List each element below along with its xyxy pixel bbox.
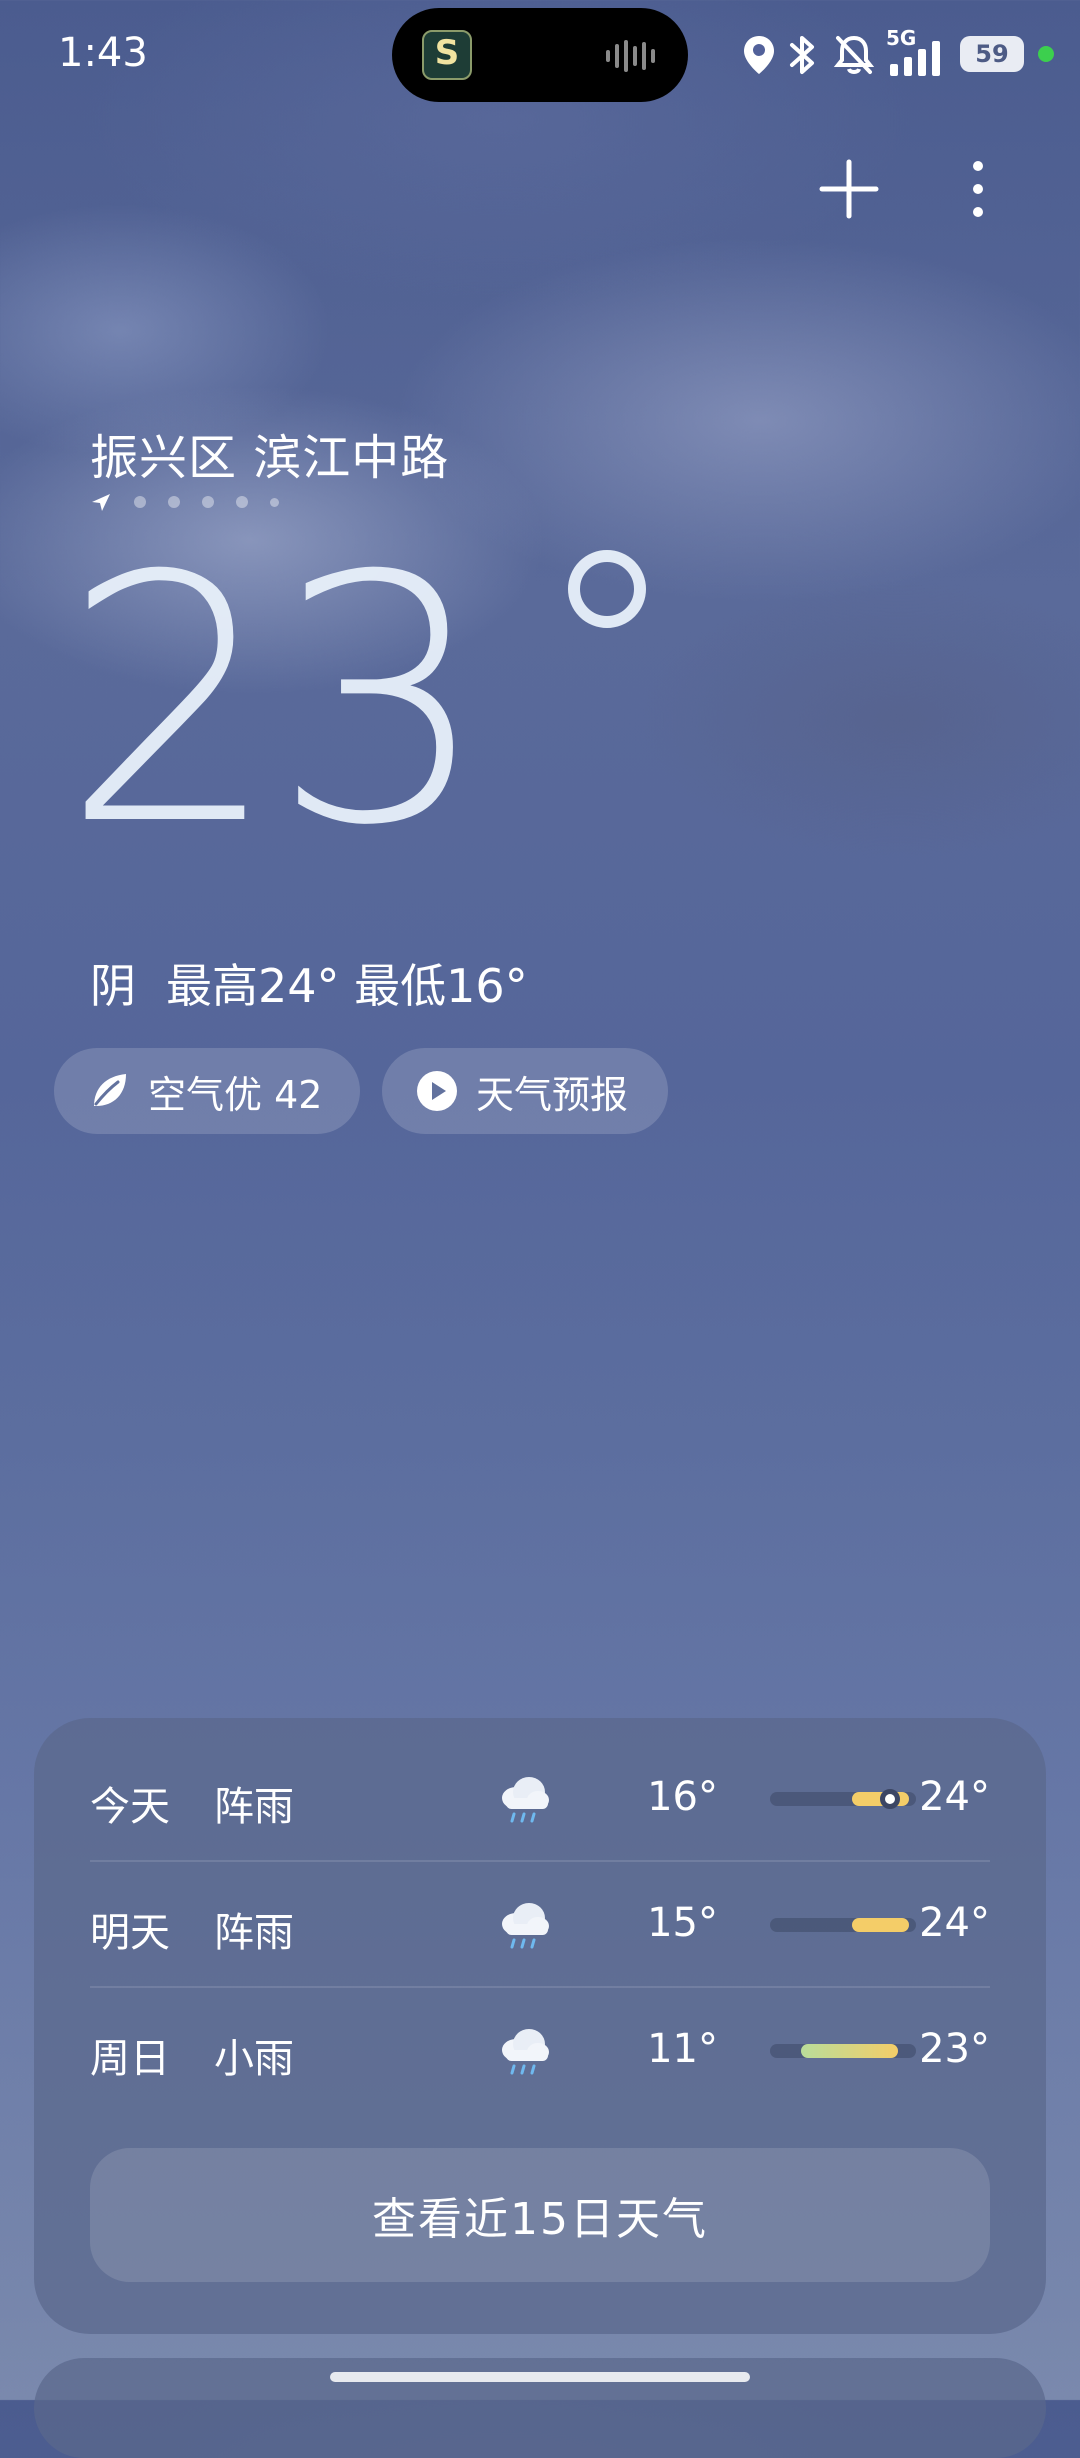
day-high-temp: 23°: [919, 2026, 990, 2072]
current-temperature-marker: [879, 1789, 900, 1809]
day-condition: 阵雨: [214, 1784, 294, 1830]
degree-symbol: [568, 550, 646, 628]
high-low-text: 最高24° 最低16°: [166, 959, 528, 1013]
view-15-day-button[interactable]: 查看近15日天气: [90, 2148, 990, 2282]
day-low-temp: 16°: [647, 1774, 718, 1820]
bluetooth-icon: [790, 36, 814, 74]
rain-cloud-icon: [494, 1768, 554, 1828]
add-city-button[interactable]: [818, 158, 880, 220]
weather-forecast-chip[interactable]: 天气预报: [382, 1048, 668, 1134]
day-low-temp: 11°: [647, 2026, 718, 2072]
day-high-temp: 24°: [919, 1900, 990, 1946]
day-low-temp: 15°: [647, 1900, 718, 1946]
location-name[interactable]: 振兴区 滨江中路: [90, 418, 449, 488]
temperature-range-bar: [770, 1918, 916, 1932]
rain-cloud-icon: [494, 2020, 554, 2080]
privacy-indicator-dot: [1038, 46, 1054, 62]
current-condition: 阴最高24° 最低16°: [90, 950, 528, 1016]
dynamic-island[interactable]: S: [392, 8, 688, 102]
daily-forecast-row[interactable]: 明天 阵雨 15° 24°: [90, 1862, 990, 1988]
temperature-value: 23: [62, 504, 489, 900]
audio-wave-icon: [606, 40, 655, 72]
daily-forecast-card[interactable]: 今天 阵雨 16° 24° 明天 阵雨 15° 24° 周日 小雨 11° 23° 查看近15日天气: [34, 1718, 1046, 2334]
current-temperature: 23: [62, 504, 646, 900]
daily-forecast-row[interactable]: 周日 小雨 11° 23°: [90, 1988, 990, 2114]
day-name: 周日: [90, 2036, 170, 2082]
day-name: 明天: [90, 1910, 170, 1956]
leaf-icon: [94, 1074, 126, 1106]
more-options-button[interactable]: [960, 156, 996, 222]
battery-indicator: 59: [960, 36, 1024, 72]
temperature-range-bar: [770, 2044, 916, 2058]
mute-bell-icon: [833, 35, 875, 74]
daily-forecast-row[interactable]: 今天 阵雨 16° 24°: [90, 1736, 990, 1862]
home-indicator[interactable]: [330, 2372, 750, 2382]
day-high-temp: 24°: [919, 1774, 990, 1820]
signal-icon: [890, 41, 940, 76]
play-icon: [417, 1071, 457, 1111]
temperature-range-bar: [770, 1789, 916, 1809]
air-quality-chip[interactable]: 空气优 42: [54, 1048, 360, 1134]
air-quality-label: 空气优 42: [148, 1072, 323, 1117]
temperature-range-fill: [800, 2044, 899, 2058]
day-name: 今天: [90, 1784, 170, 1830]
status-time: 1:43: [58, 30, 148, 76]
day-condition: 阵雨: [214, 1910, 294, 1956]
rain-cloud-icon: [494, 1894, 554, 1954]
weather-forecast-label: 天气预报: [476, 1072, 629, 1117]
island-app-letter: S: [434, 33, 460, 73]
day-condition: 小雨: [214, 2036, 294, 2082]
location-icon: [744, 36, 774, 74]
condition-text: 阴: [90, 959, 136, 1013]
temperature-range-fill: [851, 1918, 909, 1932]
status-bar: 1:43 S 5G 59: [0, 0, 1080, 110]
club-app-icon[interactable]: S: [422, 30, 472, 80]
